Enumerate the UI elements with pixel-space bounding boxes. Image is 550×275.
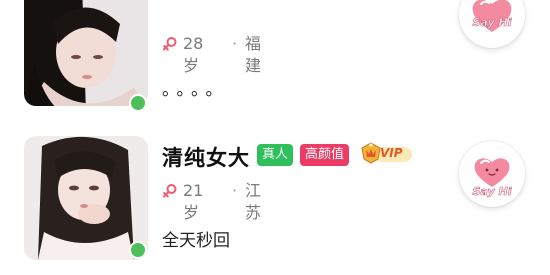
age-label: 28岁	[183, 34, 204, 75]
female-icon	[163, 184, 177, 198]
heart-icon: Say Hi	[472, 158, 512, 198]
user-card[interactable]: 28岁 · 福建 。。。。 Say Hi	[0, 0, 550, 114]
avatar[interactable]	[24, 0, 148, 106]
heart-icon: Say Hi	[472, 0, 512, 32]
age-label: 21岁	[183, 181, 204, 222]
say-hi-button[interactable]: Say Hi	[459, 0, 525, 48]
vip-crown-icon	[361, 142, 381, 164]
bio-text: 。。。。	[162, 80, 229, 100]
real-person-badge: 真人	[257, 144, 294, 166]
location-label: 福建	[245, 34, 262, 75]
online-status-dot	[129, 241, 147, 259]
avatar-photo	[24, 136, 148, 260]
say-hi-button[interactable]: Say Hi	[459, 141, 525, 207]
location-label: 江苏	[245, 181, 262, 222]
separator: ·	[232, 34, 238, 53]
vip-badge: VIP	[360, 141, 416, 167]
female-icon	[163, 37, 177, 51]
say-hi-label: Say Hi	[473, 185, 512, 198]
avatar-photo	[24, 0, 148, 106]
user-name: 清纯女大	[162, 146, 250, 170]
user-card[interactable]: 清纯女大 真人 高颜值 VIP 21岁 · 江苏 全天秒回 Say Hi	[0, 136, 550, 266]
avatar[interactable]	[24, 136, 148, 260]
bio-text: 全天秒回	[162, 231, 230, 251]
vip-label: VIP	[380, 146, 403, 160]
good-looks-badge: 高颜值	[300, 144, 350, 166]
say-hi-label: Say Hi	[473, 16, 512, 29]
online-status-dot	[129, 94, 147, 112]
user-list: 28岁 · 福建 。。。。 Say Hi 清纯女大 真人 高颜值 VIP 21岁…	[0, 0, 550, 275]
separator: ·	[232, 181, 238, 200]
